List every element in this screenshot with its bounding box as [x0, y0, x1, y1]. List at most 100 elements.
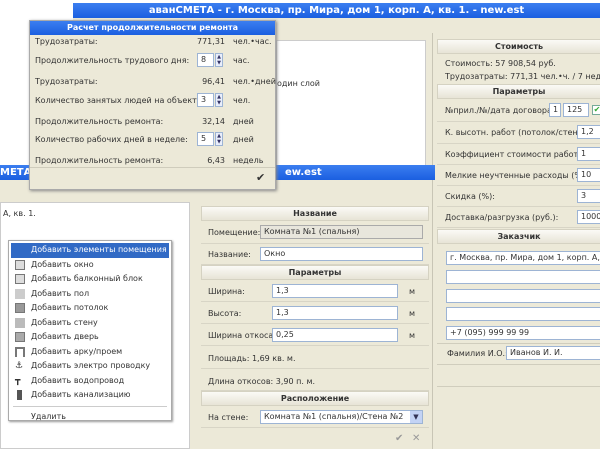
cost-header: Стоимость: [437, 39, 600, 54]
menu-add-room-elements[interactable]: Добавить элементы помещения: [11, 243, 169, 258]
delivery-row: Доставка/разгрузка (руб.): 1000: [437, 207, 600, 228]
ok-button[interactable]: ✔: [256, 171, 265, 184]
cost-coef-input[interactable]: 1: [577, 147, 600, 161]
name-row: Название: Окно: [201, 244, 429, 265]
menu-add-floor[interactable]: Добавить пол: [11, 287, 169, 302]
menu-add-plumbing[interactable]: ┳ Добавить водопровод: [11, 374, 169, 389]
duration-dialog: Расчет продолжительности ремонта Трудоза…: [29, 20, 276, 190]
discount-row: Скидка (%): 3: [437, 186, 600, 207]
name-label: Название:: [208, 250, 251, 259]
menu-delete[interactable]: Удалить: [11, 410, 169, 425]
menu-add-balcony[interactable]: Добавить балконный блок: [11, 272, 169, 287]
cost-text: Стоимость: 57 908,54 руб.: [445, 59, 556, 68]
back-tree-panel: один слой: [276, 40, 426, 167]
room-label: Помещение:: [208, 228, 261, 237]
location-section-header: Расположение: [201, 391, 429, 406]
slope-row: Ширина откоса: 0,25 м: [201, 324, 429, 346]
floor-icon: [15, 288, 25, 299]
dialog-title: Расчет продолжительности ремонта: [30, 21, 275, 35]
discount-label: Скидка (%):: [445, 192, 495, 201]
dialog-row-unit: час.: [233, 56, 250, 65]
area-text: Площадь: 1,69 кв. м.: [208, 354, 296, 363]
customer-phone-input[interactable]: +7 (095) 999 99 99: [446, 326, 600, 340]
customer-line2-input[interactable]: [446, 270, 600, 284]
misc-row: Мелкие неучтенные расходы (%): 10: [437, 165, 600, 186]
dialog-row-unit: чел.•час.: [233, 37, 272, 46]
dialog-row-value: 6,43: [207, 156, 225, 165]
appendix-input[interactable]: 1: [549, 103, 561, 117]
dialog-row-input[interactable]: 3: [197, 93, 214, 107]
wall-row: На стене: Комната №1 (спальня)/Стена №2 …: [201, 406, 429, 428]
door-icon: [15, 332, 25, 342]
contract-number-input[interactable]: 125: [563, 103, 589, 117]
element-form: Название Помещение: Комната №1 (спальня)…: [199, 204, 431, 449]
tree-text: один слой: [277, 79, 321, 88]
cost-coef-row: Коэффициент стоимости работ: 1: [437, 144, 600, 165]
width-label: Ширина:: [208, 287, 245, 296]
delivery-input[interactable]: 1000: [577, 210, 600, 224]
cancel-button[interactable]: ✕: [412, 433, 420, 444]
name-input[interactable]: Окно: [260, 247, 423, 261]
slope-length-text: Длина откосов: 3,90 п. м.: [208, 377, 316, 386]
slope-label: Ширина откоса:: [208, 331, 276, 340]
dialog-row-label: Количество занятых людей на объекте:: [35, 96, 205, 105]
wall-select[interactable]: Комната №1 (спальня)/Стена №2 ▼: [260, 410, 423, 424]
menu-add-wall[interactable]: Добавить стену: [11, 316, 169, 331]
mid-title-left: МЕТА: [0, 167, 32, 178]
slope-unit: м: [409, 331, 416, 340]
dialog-row-unit: дней: [233, 135, 254, 144]
apply-button[interactable]: ✔: [395, 433, 403, 444]
customer-name-label: Фамилия И.О.:: [447, 349, 508, 358]
discount-input[interactable]: 3: [577, 189, 600, 203]
menu-add-arch[interactable]: Добавить арку/проем: [11, 345, 169, 360]
height-row: Высота: 1,3 м: [201, 302, 429, 324]
date-checkbox[interactable]: ✔: [592, 105, 600, 115]
labor-text: Трудозатраты: 771,31 чел.•ч. / 7 недель: [445, 72, 600, 81]
back-window-title: аванСМЕТА - г. Москва, пр. Мира, дом 1, …: [73, 3, 600, 18]
slope-input[interactable]: 0,25: [272, 328, 398, 342]
params-header: Параметры: [437, 84, 600, 99]
menu-add-ceiling[interactable]: Добавить потолок: [11, 301, 169, 316]
chevron-down-icon[interactable]: ▼: [410, 411, 422, 423]
wall-icon: [15, 317, 25, 328]
balcony-icon: [15, 274, 25, 284]
misc-label: Мелкие неучтенные расходы (%):: [445, 171, 588, 180]
tree-root-text: А, кв. 1.: [3, 209, 36, 218]
mid-title-right: ew.est: [285, 167, 322, 178]
dialog-row-unit: чел.•дней: [233, 77, 276, 86]
height-coef-input[interactable]: 1,2: [577, 125, 600, 139]
misc-input[interactable]: 10: [577, 168, 600, 182]
menu-add-window[interactable]: Добавить окно: [11, 258, 169, 273]
customer-line3-input[interactable]: [446, 289, 600, 303]
room-row: Помещение: Комната №1 (спальня): [201, 221, 429, 244]
width-input[interactable]: 1,3: [272, 284, 398, 298]
customer-address-input[interactable]: г. Москва, пр. Мира, дом 1, корп. А, кв.…: [446, 251, 600, 265]
arch-icon: [15, 346, 25, 357]
menu-add-sewage[interactable]: Добавить канализацию: [11, 388, 169, 403]
delivery-label: Доставка/разгрузка (руб.):: [445, 213, 559, 222]
dialog-row-label: Продолжительность трудового дня:: [35, 56, 190, 65]
dialog-row-value: 32,14: [202, 117, 225, 126]
width-row: Ширина: 1,3 м: [201, 280, 429, 302]
contract-row: №прил./№/дата договора: 1 125 ✔: [437, 100, 600, 122]
context-menu: Добавить элементы помещения Добавить окн…: [8, 240, 172, 421]
spinner-arrows-icon[interactable]: ▲ ▼: [215, 132, 223, 146]
customer-name-input[interactable]: Иванов И. И.: [506, 346, 600, 360]
dialog-row-input[interactable]: 5: [197, 132, 214, 146]
dialog-row-input[interactable]: 8: [197, 53, 214, 67]
slope-length-row: Длина откосов: 3,90 п. м.: [201, 369, 429, 391]
height-coef-row: К. высотн. работ (потолок/стены): 1,2: [437, 122, 600, 144]
customer-line4-input[interactable]: [446, 307, 600, 321]
menu-add-door[interactable]: Добавить дверь: [11, 330, 169, 345]
width-unit: м: [409, 287, 416, 296]
cost-coef-label: Коэффициент стоимости работ:: [445, 150, 581, 159]
height-coef-label: К. высотн. работ (потолок/стены):: [445, 128, 590, 137]
plumbing-icon: ┳: [15, 375, 21, 386]
spinner-arrows-icon[interactable]: ▲ ▼: [215, 53, 223, 67]
spinner-arrows-icon[interactable]: ▲ ▼: [215, 93, 223, 107]
dialog-row-unit: дней: [233, 117, 254, 126]
ceiling-icon: [15, 303, 25, 313]
dialog-row-unit: недель: [233, 156, 264, 165]
menu-add-wiring[interactable]: ⚓ Добавить электро проводку: [11, 359, 169, 374]
height-input[interactable]: 1,3: [272, 306, 398, 320]
